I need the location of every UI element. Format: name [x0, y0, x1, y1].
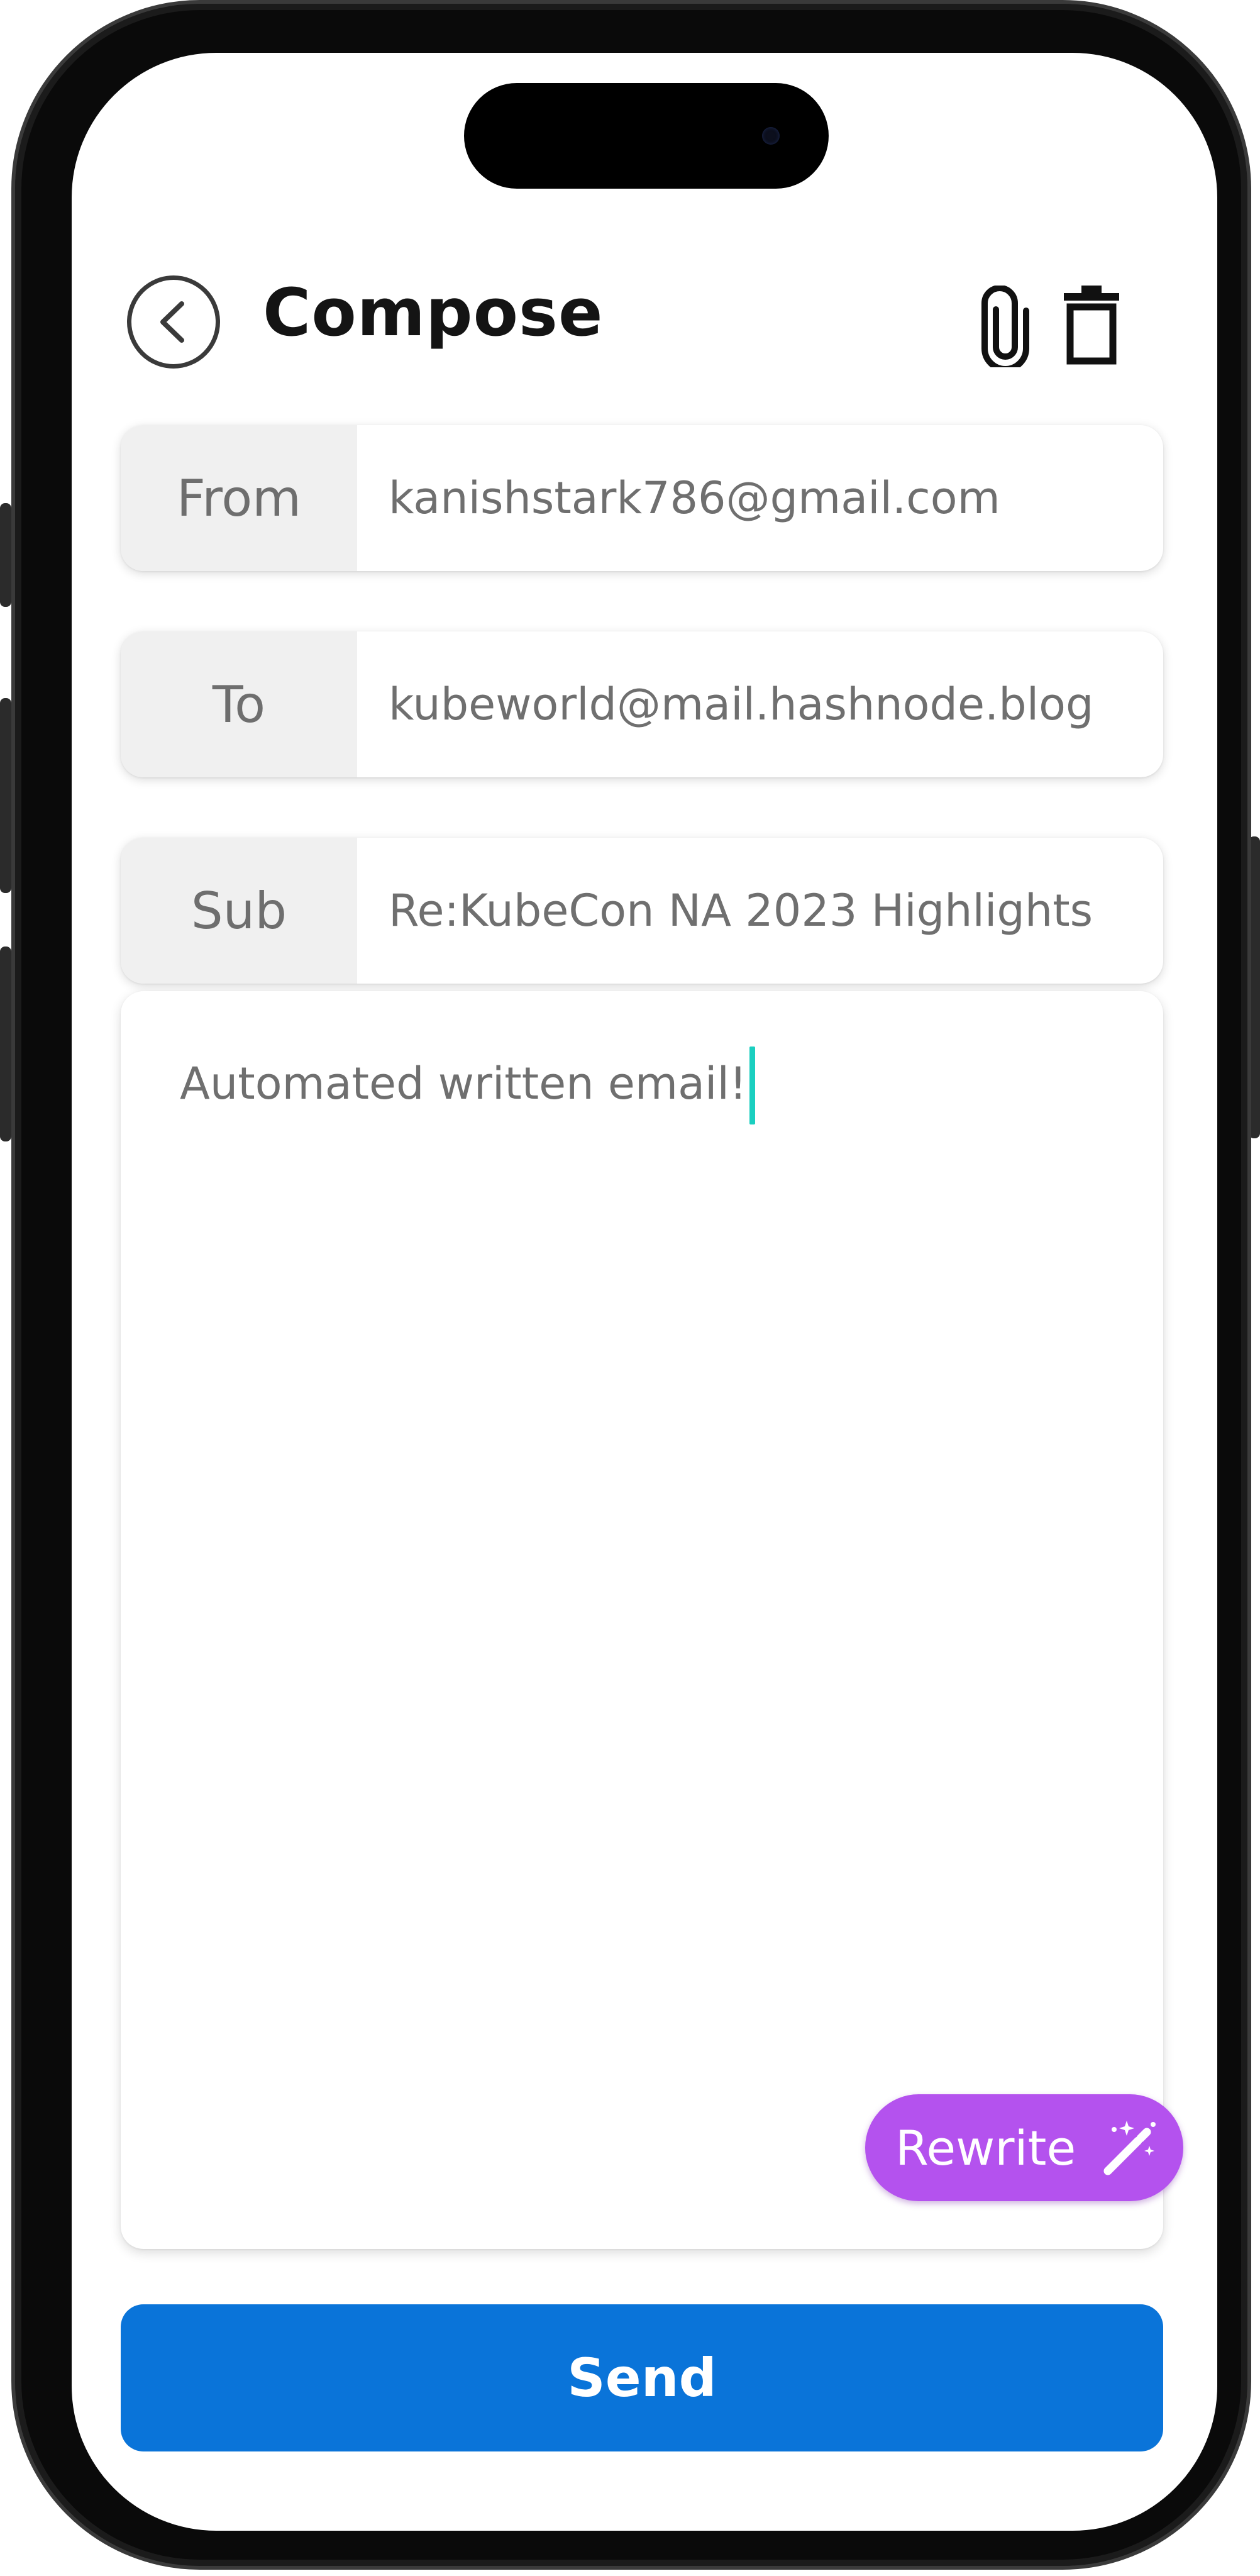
attach-button[interactable] — [977, 285, 1034, 372]
delete-button[interactable] — [1060, 283, 1123, 365]
email-body-text[interactable]: Automated written email! — [180, 1058, 747, 1109]
compose-header: Compose — [72, 223, 1217, 372]
phone-frame: Compose From kanishstark786@gmail.com To — [11, 0, 1251, 2570]
from-label: From — [121, 425, 357, 571]
front-camera — [762, 127, 780, 145]
back-button[interactable] — [127, 275, 220, 369]
send-button[interactable]: Send — [121, 2304, 1163, 2451]
page-title: Compose — [263, 274, 604, 351]
rewrite-label: Rewrite — [895, 2119, 1076, 2176]
to-label: To — [121, 631, 357, 777]
volume-down-button — [0, 947, 11, 1141]
subject-label: Sub — [121, 838, 357, 984]
text-cursor — [749, 1046, 755, 1124]
silent-switch — [0, 503, 11, 607]
email-body-editor[interactable]: Automated written email! Rewrite — [121, 991, 1183, 2249]
volume-up-button — [0, 698, 11, 893]
rewrite-button[interactable]: Rewrite — [865, 2094, 1183, 2201]
paperclip-icon — [981, 285, 1029, 372]
to-input[interactable]: kubeworld@mail.hashnode.blog — [357, 631, 1105, 777]
phone-screen: Compose From kanishstark786@gmail.com To — [72, 53, 1217, 2531]
to-field[interactable]: To kubeworld@mail.hashnode.blog — [121, 631, 1163, 777]
dynamic-island — [464, 83, 829, 189]
subject-input[interactable]: Re:KubeCon NA 2023 Highlights — [357, 838, 1105, 984]
trash-icon — [1064, 286, 1119, 365]
subject-field[interactable]: Sub Re:KubeCon NA 2023 Highlights — [121, 838, 1163, 984]
from-input[interactable]: kanishstark786@gmail.com — [357, 425, 1105, 571]
magic-wand-icon — [1103, 2121, 1156, 2175]
chevron-left-icon — [160, 301, 184, 343]
from-field[interactable]: From kanishstark786@gmail.com — [121, 425, 1163, 571]
